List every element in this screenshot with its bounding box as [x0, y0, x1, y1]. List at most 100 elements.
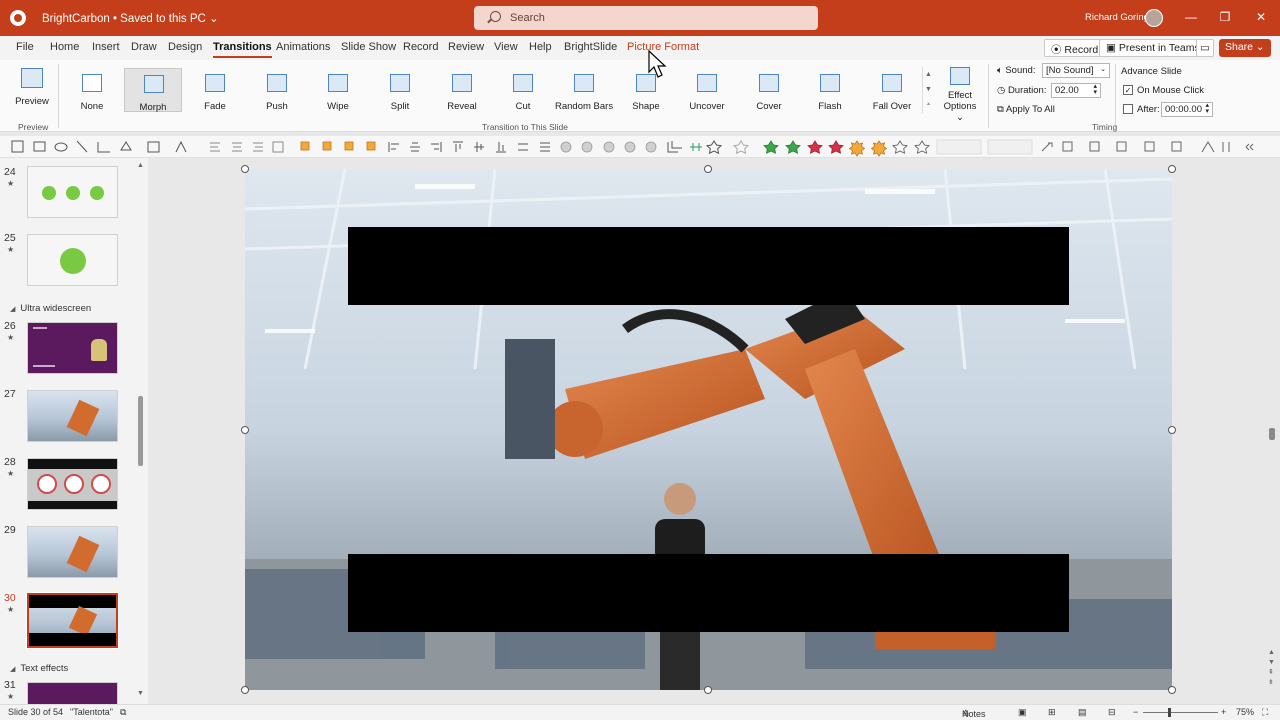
slide-show-icon[interactable]: ⊟ [1108, 707, 1116, 718]
after-input[interactable]: 00:00.00 ▴ ▾ [1161, 102, 1213, 117]
current-slide[interactable] [245, 169, 1172, 690]
on-mouse-click-checkbox[interactable]: ✓ [1123, 85, 1133, 95]
scroll-thumb[interactable] [1269, 428, 1275, 440]
close-button[interactable]: ✕ [1253, 9, 1269, 25]
spinner-icon[interactable]: ▴ ▾ [1205, 102, 1209, 115]
accessibility-icon[interactable]: ⧉ [120, 707, 126, 718]
divider [988, 64, 989, 128]
tab-draw[interactable]: Draw [131, 41, 157, 53]
title-bar: BrightCarbon • Saved to this PC ⌄ Search… [0, 0, 1280, 36]
resize-handle-top-right[interactable] [1168, 165, 1176, 173]
chevron-up-icon[interactable]: ▲ [923, 67, 934, 82]
transition-cut[interactable]: Cut [494, 68, 552, 112]
zoom-slider-thumb[interactable] [1168, 708, 1171, 717]
preview-button[interactable]: Preview [14, 65, 50, 111]
transition-star-icon: ★ [7, 333, 15, 342]
zoom-level[interactable]: 75% [1236, 707, 1254, 717]
slide-count: Slide 30 of 54 [8, 707, 64, 717]
more-icon[interactable]: ⩡ [923, 97, 934, 112]
tab-brightslide[interactable]: BrightSlide [564, 41, 617, 53]
present-in-teams-button[interactable]: ▣ Present in Teams [1099, 39, 1207, 57]
slide-thumbnail-25[interactable] [27, 234, 118, 286]
zoom-slider[interactable] [1143, 712, 1218, 713]
search-box[interactable]: Search [474, 6, 818, 30]
collapse-section-icon: ◢ [10, 666, 16, 673]
resize-handle-bottom-right[interactable] [1168, 686, 1176, 694]
resize-handle-right[interactable] [1168, 426, 1176, 434]
tab-transitions[interactable]: Transitions [213, 41, 272, 58]
section-text-effects[interactable]: ◢ Text effects [10, 663, 68, 674]
normal-view-icon[interactable]: ▣ [1018, 707, 1027, 718]
transition-push[interactable]: Push [248, 68, 306, 112]
resize-handle-top[interactable] [704, 165, 712, 173]
transition-flash[interactable]: Flash [801, 68, 859, 112]
slide-thumbnail-26[interactable] [27, 322, 118, 374]
effect-options-button[interactable]: Effect Options ⌄ [939, 65, 981, 123]
scroll-up-icon[interactable]: ▲ [137, 162, 144, 169]
tab-animations[interactable]: Animations [276, 41, 330, 53]
slide-sorter-icon[interactable]: ⊞ [1048, 707, 1056, 718]
transition-split[interactable]: Split [371, 68, 429, 112]
zoom-out-icon[interactable]: − [1133, 707, 1138, 717]
apply-to-all-button[interactable]: ⧉ Apply To All [997, 104, 1055, 115]
transition-fall-over[interactable]: Fall Over [863, 68, 921, 112]
reading-view-icon[interactable]: ▤ [1078, 707, 1087, 718]
sound-dropdown[interactable]: [No Sound] ⌄ [1042, 63, 1110, 78]
after-checkbox[interactable] [1123, 104, 1133, 114]
transition-uncover[interactable]: Uncover [678, 68, 736, 112]
transition-label: Shape [632, 101, 660, 112]
slide-thumbnail-28[interactable] [27, 458, 118, 510]
caption-line [33, 365, 55, 367]
tab-file[interactable]: File [16, 41, 34, 53]
slide-thumbnail-24[interactable] [27, 166, 118, 218]
tab-slide-show[interactable]: Slide Show [341, 41, 396, 53]
comments-button[interactable]: ▭ [1196, 39, 1214, 57]
slide-thumbnail-31[interactable] [27, 682, 118, 704]
resize-handle-bottom-left[interactable] [241, 686, 249, 694]
chevron-down-icon[interactable]: ▼ [923, 82, 934, 97]
slide-thumbnail-27[interactable] [27, 390, 118, 442]
gallery-scroller[interactable]: ▲ ▼ ⩡ [922, 67, 934, 113]
tab-review[interactable]: Review [448, 41, 484, 53]
fit-to-window-icon[interactable]: ⛶ [1262, 707, 1268, 718]
transition-cover[interactable]: Cover [740, 68, 798, 112]
scroll-thumb[interactable] [138, 396, 143, 466]
sound-row: 🔈︎ Sound: [997, 65, 1035, 76]
slide-thumbnail-29[interactable] [27, 526, 118, 578]
avatar[interactable] [1145, 9, 1163, 27]
tab-record[interactable]: Record [403, 41, 438, 53]
section-ultra-widescreen[interactable]: ◢ Ultra widescreen [10, 303, 91, 314]
restore-button[interactable]: ❐ [1217, 9, 1233, 25]
transition-reveal[interactable]: Reveal [433, 68, 491, 112]
user-name[interactable]: Richard Goring [1085, 12, 1149, 23]
slide-thumbnail-30[interactable] [26, 592, 119, 649]
tab-insert[interactable]: Insert [92, 41, 120, 53]
canvas-scrollbar[interactable]: ▲ ▼ ⇞ ⇟ [1268, 162, 1278, 700]
transition-wipe[interactable]: Wipe [309, 68, 367, 112]
width-box [936, 139, 982, 155]
resize-handle-top-left[interactable] [241, 165, 249, 173]
record-button[interactable]: ⦿ Record [1044, 39, 1106, 57]
green-dot-icon [42, 186, 56, 200]
transition-fade[interactable]: Fade [186, 68, 244, 112]
share-button[interactable]: Share ⌄ [1219, 39, 1271, 57]
tab-help[interactable]: Help [529, 41, 552, 53]
text-box-icon [11, 140, 24, 153]
scroll-arrows-icon[interactable]: ▲ ▼ ⇞ ⇟ [1268, 648, 1275, 688]
document-title[interactable]: BrightCarbon • Saved to this PC ⌄ [42, 11, 219, 25]
resize-handle-bottom[interactable] [704, 686, 712, 694]
spinner-icon[interactable]: ▴ ▾ [1093, 83, 1097, 96]
tab-design[interactable]: Design [168, 41, 202, 53]
tab-home[interactable]: Home [50, 41, 79, 53]
tab-view[interactable]: View [494, 41, 518, 53]
transition-random-bars[interactable]: Random Bars [555, 68, 613, 112]
resize-handle-left[interactable] [241, 426, 249, 434]
zoom-in-icon[interactable]: + [1221, 707, 1226, 717]
transition-none[interactable]: None [63, 68, 121, 112]
thumbnails-scrollbar[interactable]: ▲ ▼ [137, 160, 145, 700]
transition-label: Uncover [689, 101, 725, 112]
minimize-button[interactable]: — [1183, 9, 1199, 25]
duration-input[interactable]: 02.00 ▴ ▾ [1051, 83, 1101, 98]
scroll-down-icon[interactable]: ▼ [137, 690, 144, 697]
transition-morph[interactable]: Morph [124, 68, 182, 113]
